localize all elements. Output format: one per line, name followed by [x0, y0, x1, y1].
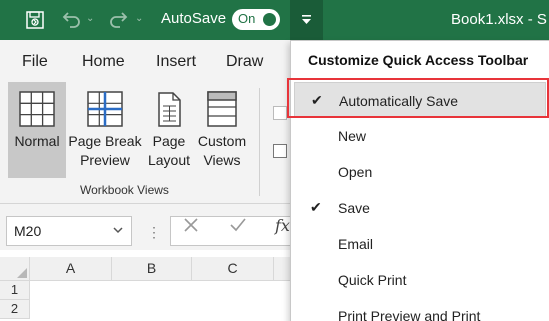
- ribbon-divider: [259, 88, 260, 196]
- row-header-1[interactable]: 1: [0, 281, 30, 300]
- tab-insert[interactable]: Insert: [156, 53, 196, 71]
- excel-window: ⌄ ⌄ AutoSave On Book1.xlsx - S File Home…: [0, 0, 549, 321]
- toggle-knob: [263, 13, 276, 26]
- page-break-label-1: Page Break: [68, 133, 142, 149]
- column-header-b[interactable]: B: [112, 257, 192, 281]
- enter-check-icon[interactable]: [229, 217, 247, 233]
- menu-item-quick-print[interactable]: Quick Print: [291, 262, 549, 298]
- normal-view-label: Normal: [14, 133, 60, 149]
- page-layout-label-1: Page: [152, 133, 186, 149]
- customize-quick-access-button[interactable]: [290, 0, 323, 40]
- check-icon: ✔: [310, 199, 322, 215]
- custom-views-button[interactable]: Custom Views: [194, 82, 250, 178]
- menu-header: Customize Quick Access Toolbar: [308, 52, 529, 68]
- tab-home[interactable]: Home: [82, 53, 125, 71]
- menu-item-label: Save: [338, 200, 370, 216]
- page-layout-button[interactable]: Page Layout: [144, 82, 194, 178]
- autosave-label: AutoSave: [161, 10, 227, 27]
- menu-item-label: Open: [338, 164, 373, 180]
- menu-item-label: Quick Print: [338, 272, 407, 288]
- custom-views-label-1: Custom: [197, 133, 247, 149]
- cancel-icon[interactable]: [183, 217, 199, 233]
- customize-dropdown-icon: [302, 15, 311, 24]
- page-break-label-2: Preview: [80, 152, 130, 168]
- undo-dropdown-icon[interactable]: ⌄: [86, 13, 94, 24]
- gridlines-checkbox[interactable]: [273, 144, 287, 158]
- menu-item-save[interactable]: ✔ Save: [291, 190, 549, 226]
- title-bar: ⌄ ⌄ AutoSave On Book1.xlsx - S: [0, 0, 549, 40]
- tab-file[interactable]: File: [22, 53, 48, 71]
- menu-item-label: Email: [338, 236, 374, 252]
- redo-icon[interactable]: [108, 9, 130, 31]
- menu-item-label: Automatically Save: [339, 93, 459, 109]
- row-header-2[interactable]: 2: [0, 300, 30, 319]
- page-break-preview-icon: [87, 91, 123, 127]
- check-icon: ✔: [311, 92, 323, 108]
- redo-dropdown-icon[interactable]: ⌄: [135, 13, 143, 24]
- page-break-preview-button[interactable]: Page Break Preview: [66, 82, 144, 178]
- insert-function-icon[interactable]: fx: [275, 216, 290, 235]
- page-layout-label-2: Layout: [147, 152, 191, 168]
- undo-icon[interactable]: [60, 9, 82, 31]
- save-icon[interactable]: [24, 9, 46, 31]
- menu-item-email[interactable]: Email: [291, 226, 549, 262]
- workbook-views-group-label: Workbook Views: [80, 183, 169, 197]
- custom-views-icon: [207, 91, 237, 127]
- document-title: Book1.xlsx - S: [451, 11, 547, 28]
- chevron-down-icon[interactable]: [113, 226, 123, 234]
- menu-item-label: Print Preview and Print: [338, 308, 481, 321]
- tab-draw[interactable]: Draw: [226, 53, 263, 71]
- autosave-toggle-state: On: [238, 11, 256, 26]
- autosave-toggle[interactable]: On: [232, 9, 280, 30]
- name-box[interactable]: M20: [6, 216, 132, 246]
- menu-item-automatically-save[interactable]: ✔ Automatically Save: [294, 82, 546, 118]
- column-header-c[interactable]: C: [192, 257, 274, 281]
- custom-views-label-2: Views: [203, 152, 241, 168]
- ruler-checkbox[interactable]: [273, 106, 287, 120]
- formula-bar-grip[interactable]: ⋮: [147, 224, 161, 241]
- menu-item-open[interactable]: Open: [291, 154, 549, 190]
- page-layout-icon: [158, 92, 181, 127]
- name-box-value: M20: [14, 223, 42, 239]
- menu-item-new[interactable]: New: [291, 118, 549, 154]
- select-all-corner[interactable]: [0, 257, 30, 281]
- menu-item-label: New: [338, 128, 367, 144]
- customize-qat-menu: Customize Quick Access Toolbar ✔ Automat…: [290, 40, 549, 321]
- normal-view-icon: [19, 91, 55, 127]
- column-header-a[interactable]: A: [30, 257, 112, 281]
- menu-item-print-preview[interactable]: Print Preview and Print: [291, 298, 549, 321]
- normal-view-button[interactable]: Normal: [8, 82, 66, 178]
